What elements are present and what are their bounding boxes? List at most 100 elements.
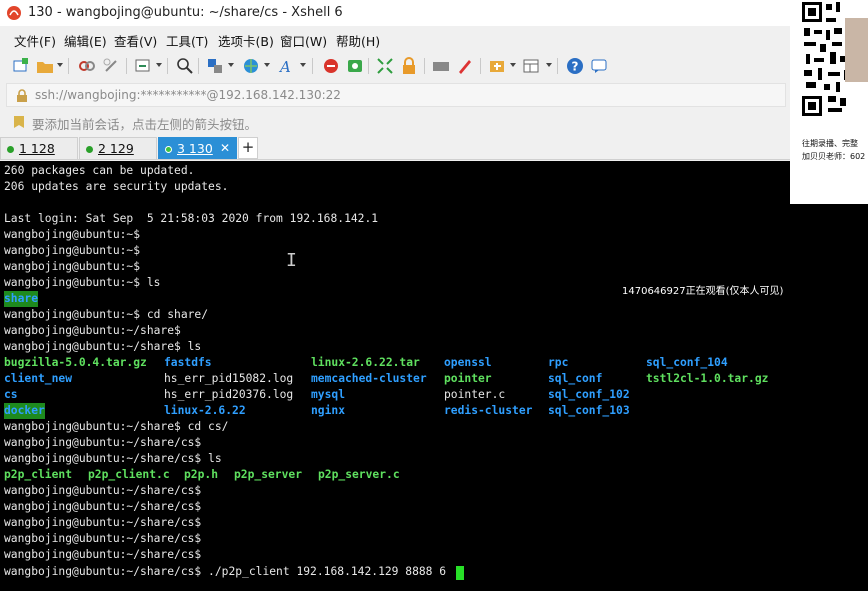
connect-icon[interactable] [78,57,96,75]
add-tab-icon[interactable] [488,57,506,75]
terminal-line: wangbojing@ubuntu:~$ [4,244,141,257]
svg-text:A: A [278,58,291,75]
address-text[interactable]: ssh://wangbojing:***********@192.168.142… [35,88,341,102]
svg-text:?: ? [572,60,579,74]
toolbar-separator [68,58,69,74]
search-icon[interactable] [176,57,194,75]
open-folder-icon[interactable] [36,57,54,75]
terminal-line: wangbojing@ubuntu:~/share$ ls [4,340,202,353]
menu-bar: 文件(F) 编辑(E) 查看(V) 工具(T) 选项卡(B) 窗口(W) 帮助(… [0,27,868,51]
chevron-down-icon[interactable] [510,63,516,67]
qr-overlay-panel: 往期录播、完整 加贝贝老师：602 [790,0,868,204]
ls-entry-file: hs_err_pid20376.log [164,388,294,401]
ls-entry-archive: bugzilla-5.0.4.tar.gz [4,356,147,369]
ls-entry-dir: sql_conf_104 [646,356,728,369]
xmanager-icon[interactable] [346,57,364,75]
menu-edit[interactable]: 编辑(E) [64,31,107,50]
terminal-line: 260 packages can be updated. [4,164,195,177]
qr-caption-line: 加贝贝老师：602 [802,152,866,161]
ls-entry-exec: p2p_client.c [88,468,170,481]
chevron-down-icon[interactable] [546,63,552,67]
ls-entry-dir: mysql [311,388,346,401]
terminal-line: wangbojing@ubuntu:~/share/cs$ [4,484,202,497]
toolbar-separator [480,58,481,74]
toolbar-separator [424,58,425,74]
properties-icon[interactable] [206,57,224,75]
ls-entry-archive: tstl2cl-1.0.tar.gz [646,372,769,385]
tab-label: 3 130 [177,141,213,156]
window-title: 130 - wangbojing@ubuntu: ~/share/cs - Xs… [28,5,343,20]
layout-icon[interactable] [522,57,540,75]
chat-icon[interactable] [590,57,608,75]
bookmark-icon[interactable] [12,115,26,129]
terminal-line: wangbojing@ubuntu:~/share/cs$ [4,548,202,561]
session-status-dot [7,146,14,153]
toolbar-separator [557,58,558,74]
terminal-line: wangbojing@ubuntu:~/share/cs$ [4,436,202,449]
fullscreen-icon[interactable] [376,57,394,75]
ls-entry-dir: fastdfs [164,356,212,369]
terminal-command-line: wangbojing@ubuntu:~/share/cs$ ./p2p_clie… [4,565,447,578]
disconnect-icon[interactable] [102,57,120,75]
session-hint-text: 要添加当前会话，点击左侧的箭头按钮。 [32,117,258,132]
terminal-view[interactable]: 260 packages can be updated. 206 updates… [0,161,868,591]
tab-session-2[interactable]: 2 129 [79,137,157,159]
chevron-down-icon[interactable] [228,63,234,67]
tab-label: 2 129 [98,141,134,156]
font-icon[interactable]: A [278,57,296,75]
tab-label: 1 128 [19,141,55,156]
ls-entry-exec: p2p_server [234,468,303,481]
terminal-line: 206 updates are security updates. [4,180,229,193]
menu-help[interactable]: 帮助(H) [336,31,380,50]
tab-bar: 1 128 2 129 3 130 ✕ + [0,136,868,160]
reconnect-icon[interactable] [134,57,152,75]
help-icon[interactable]: ? [566,57,584,75]
terminal-line: Last login: Sat Sep 5 21:58:03 2020 from… [4,212,379,225]
lock-icon[interactable] [400,57,418,75]
keyboard-icon[interactable] [432,57,450,75]
terminal-line: wangbojing@ubuntu:~/share$ [4,324,181,337]
menu-view[interactable]: 查看(V) [114,31,157,50]
terminal-line: wangbojing@ubuntu:~$ [4,228,141,241]
terminal-line: wangbojing@ubuntu:~/share/cs$ ls [4,452,222,465]
xshell-app-icon [7,6,21,20]
globe-icon[interactable] [242,57,260,75]
ls-entry-dir: redis-cluster [444,404,533,417]
menu-file[interactable]: 文件(F) [14,31,56,50]
toolbar-separator [312,58,313,74]
session-hint-bar: 要添加当前会话，点击左侧的箭头按钮。 [0,110,868,134]
chevron-down-icon[interactable] [156,63,162,67]
menu-tabs[interactable]: 选项卡(B) [218,31,274,50]
xshell-window: 130 - wangbojing@ubuntu: ~/share/cs - Xs… [0,0,868,591]
ls-entry-dir: openssl [444,356,492,369]
chevron-down-icon[interactable] [57,63,63,67]
title-bar: 130 - wangbojing@ubuntu: ~/share/cs - Xs… [0,0,868,26]
menu-window[interactable]: 窗口(W) [280,31,327,50]
viewer-watermark: 1470646927正在观看(仅本人可见) [622,286,784,297]
toolbar-separator [126,58,127,74]
ls-entry-exec: p2p_server.c [318,468,400,481]
ls-entry-dir: cs [4,388,18,401]
address-bar[interactable]: ssh://wangbojing:***********@192.168.142… [6,83,786,107]
ls-entry-exec: p2p_client [4,468,73,481]
toolbar: A ? [0,52,868,80]
toolbar-separator [368,58,369,74]
new-session-icon[interactable] [12,57,30,75]
pen-icon[interactable] [456,57,474,75]
close-icon[interactable]: ✕ [220,141,230,155]
tab-session-1[interactable]: 1 128 [0,137,78,159]
tab-session-3[interactable]: 3 130 ✕ [158,137,237,159]
new-tab-button[interactable]: + [238,137,258,159]
ls-entry-dir: client_new [4,372,73,385]
chevron-down-icon[interactable] [264,63,270,67]
chevron-down-icon[interactable] [300,63,306,67]
terminal-line: wangbojing@ubuntu:~$ [4,260,141,273]
qr-caption-line: 往期录播、完整 [802,139,858,148]
ls-entry-exec: p2p.h [184,468,219,481]
ls-entry-dir: sql_conf_102 [548,388,630,401]
terminal-line: wangbojing@ubuntu:~/share/cs$ [4,516,202,529]
menu-tools[interactable]: 工具(T) [166,31,208,50]
xftp-icon[interactable] [322,57,340,75]
ls-entry-exec: pointer [444,372,492,385]
ls-entry-dir: sql_conf_103 [548,404,630,417]
